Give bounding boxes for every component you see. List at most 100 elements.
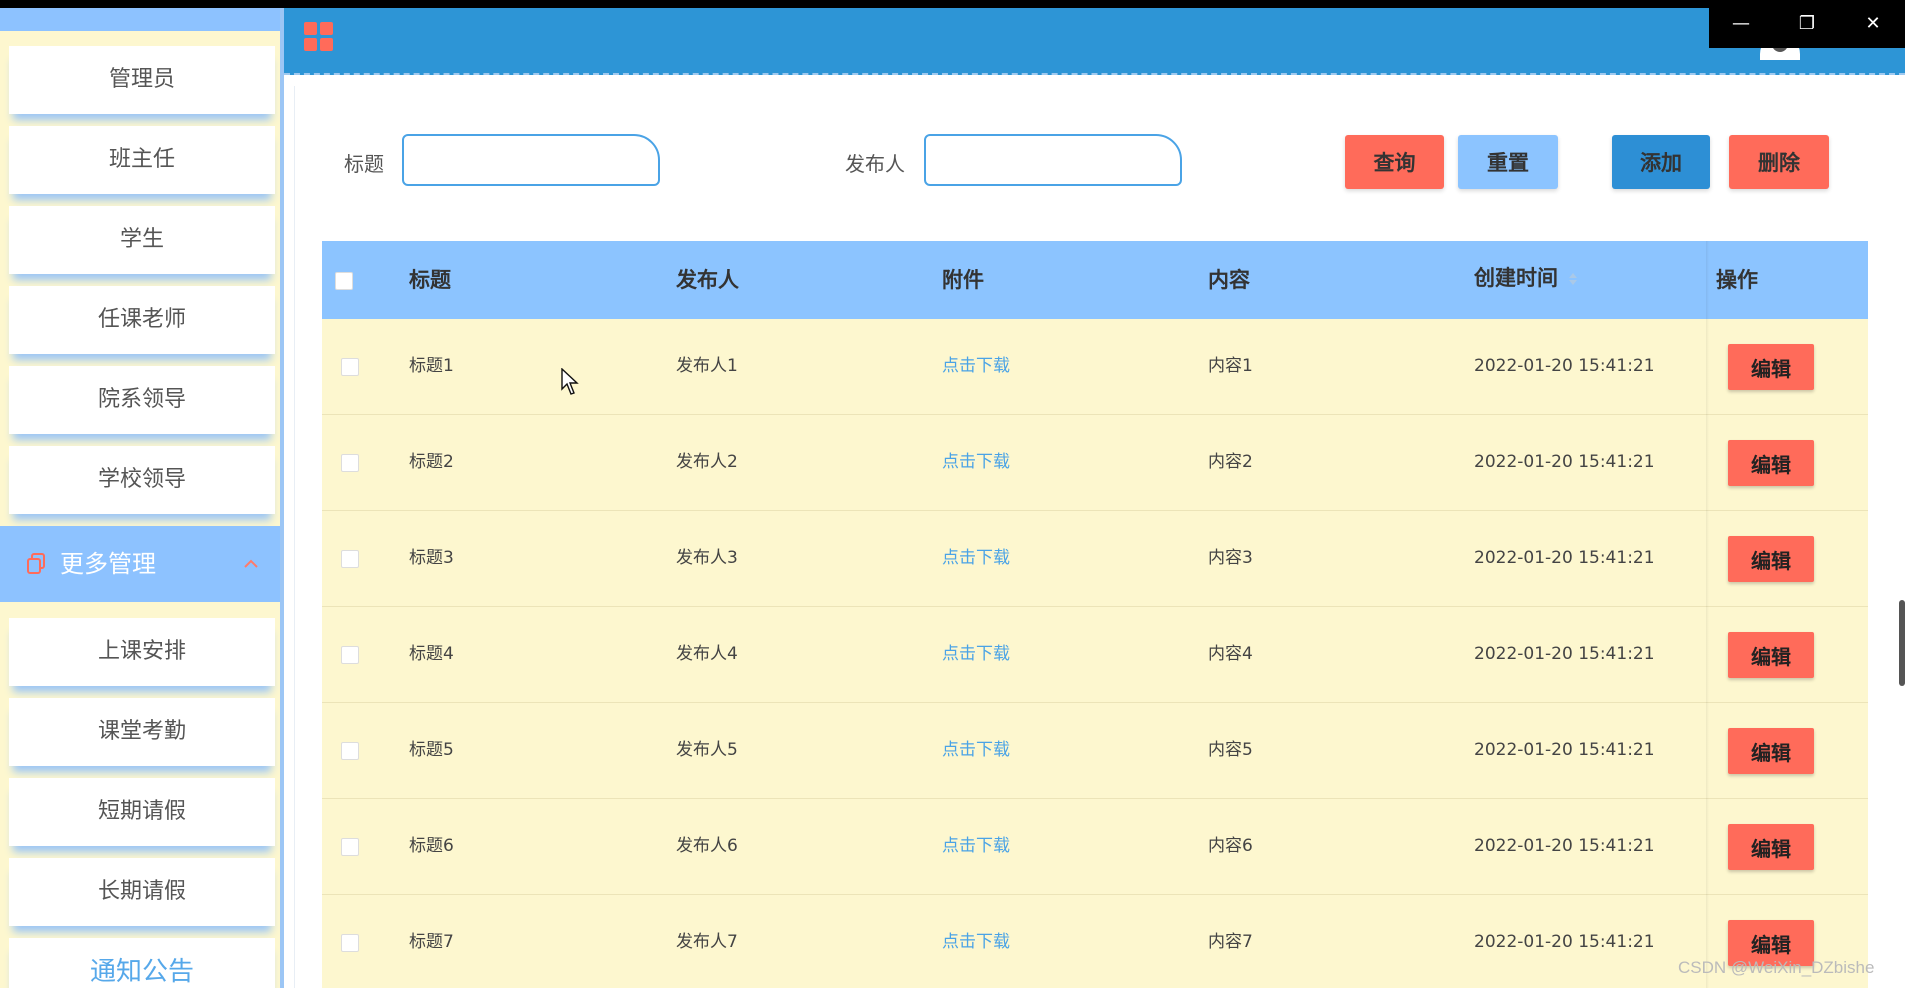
col-created-time-label: 创建时间 bbox=[1474, 266, 1558, 290]
sort-icon[interactable] bbox=[1568, 271, 1578, 287]
sidebar-top-bar bbox=[0, 8, 284, 31]
sidebar: 管理员 班主任 学生 任课老师 院系领导 学校领导 更多管理 上课安排 课堂考勤… bbox=[0, 8, 284, 988]
scrollbar-thumb[interactable] bbox=[1899, 600, 1905, 686]
top-strip bbox=[0, 0, 1905, 8]
col-content: 内容 bbox=[1208, 268, 1250, 292]
cell-publisher: 发布人6 bbox=[676, 836, 738, 856]
notice-table: 标题 发布人 附件 内容 创建时间 操作 标题1 发布人1 点击下载 内容1 2022-… bbox=[322, 241, 1868, 988]
download-link[interactable]: 点击下载 bbox=[942, 511, 1010, 606]
cell-publisher: 发布人7 bbox=[676, 932, 738, 952]
sidebar-item-dept-leader[interactable]: 院系领导 bbox=[9, 366, 275, 434]
cell-title: 标题1 bbox=[409, 356, 454, 376]
sidebar-item-long-leave[interactable]: 长期请假 bbox=[9, 858, 275, 926]
sidebar-item-class-schedule[interactable]: 上课安排 bbox=[9, 618, 275, 686]
minimize-icon[interactable]: — bbox=[1709, 0, 1773, 48]
row-checkbox[interactable] bbox=[341, 646, 359, 664]
download-link[interactable]: 点击下载 bbox=[942, 895, 1010, 988]
delete-button[interactable]: 删除 bbox=[1729, 135, 1829, 189]
cell-created-time: 2022-01-20 15:41:21 bbox=[1474, 836, 1655, 856]
col-actions: 操作 bbox=[1716, 268, 1758, 292]
row-checkbox[interactable] bbox=[341, 838, 359, 856]
cell-content: 内容4 bbox=[1208, 644, 1253, 664]
cell-created-time: 2022-01-20 15:41:21 bbox=[1474, 932, 1655, 952]
cell-publisher: 发布人1 bbox=[676, 356, 738, 376]
table-body: 标题1 发布人1 点击下载 内容1 2022-01-20 15:41:21 编辑 标题2 发布… bbox=[322, 319, 1868, 988]
fixed-column-shadow bbox=[1706, 241, 1709, 988]
sidebar-group-more[interactable]: 更多管理 bbox=[0, 526, 284, 602]
table-row: 标题7 发布人7 点击下载 内容7 2022-01-20 15:41:21 编辑 bbox=[322, 895, 1868, 988]
cell-publisher: 发布人2 bbox=[676, 452, 738, 472]
title-search-input[interactable] bbox=[402, 134, 660, 186]
cell-publisher: 发布人4 bbox=[676, 644, 738, 664]
chevron-up-icon bbox=[244, 559, 258, 568]
table-row: 标题4 发布人4 点击下载 内容4 2022-01-20 15:41:21 编辑 bbox=[322, 607, 1868, 703]
edit-button[interactable]: 编辑 bbox=[1728, 440, 1814, 486]
cell-title: 标题7 bbox=[409, 932, 454, 952]
sidebar-item-admin[interactable]: 管理员 bbox=[9, 46, 275, 114]
cell-created-time: 2022-01-20 15:41:21 bbox=[1474, 548, 1655, 568]
restore-icon[interactable]: ❐ bbox=[1775, 0, 1839, 48]
col-title: 标题 bbox=[409, 268, 451, 292]
row-checkbox[interactable] bbox=[341, 550, 359, 568]
download-link[interactable]: 点击下载 bbox=[942, 319, 1010, 414]
publisher-search-label: 发布人 bbox=[845, 152, 905, 176]
sidebar-item-teacher[interactable]: 任课老师 bbox=[9, 286, 275, 354]
sidebar-item-head-teacher[interactable]: 班主任 bbox=[9, 126, 275, 194]
sidebar-item-student[interactable]: 学生 bbox=[9, 206, 275, 274]
table-header: 标题 发布人 附件 内容 创建时间 操作 bbox=[322, 241, 1868, 319]
cell-content: 内容1 bbox=[1208, 356, 1253, 376]
table-row: 标题2 发布人2 点击下载 内容2 2022-01-20 15:41:21 编辑 bbox=[322, 415, 1868, 511]
cell-created-time: 2022-01-20 15:41:21 bbox=[1474, 644, 1655, 664]
table-row: 标题1 发布人1 点击下载 内容1 2022-01-20 15:41:21 编辑 bbox=[322, 319, 1868, 415]
cell-content: 内容7 bbox=[1208, 932, 1253, 952]
sidebar-group-label: 更多管理 bbox=[60, 550, 156, 578]
cell-title: 标题2 bbox=[409, 452, 454, 472]
close-icon[interactable]: ✕ bbox=[1841, 0, 1905, 48]
cell-title: 标题3 bbox=[409, 548, 454, 568]
edit-button[interactable]: 编辑 bbox=[1728, 344, 1814, 390]
row-checkbox[interactable] bbox=[341, 934, 359, 952]
copy-icon bbox=[27, 553, 45, 574]
mouse-cursor-icon bbox=[561, 368, 579, 395]
add-button[interactable]: 添加 bbox=[1612, 135, 1710, 189]
cell-created-time: 2022-01-20 15:41:21 bbox=[1474, 740, 1655, 760]
sidebar-item-school-leader[interactable]: 学校领导 bbox=[9, 446, 275, 514]
edit-button[interactable]: 编辑 bbox=[1728, 632, 1814, 678]
edit-button[interactable]: 编辑 bbox=[1728, 824, 1814, 870]
col-publisher: 发布人 bbox=[676, 268, 739, 292]
edit-button[interactable]: 编辑 bbox=[1728, 728, 1814, 774]
cell-publisher: 发布人5 bbox=[676, 740, 738, 760]
cell-title: 标题5 bbox=[409, 740, 454, 760]
row-checkbox[interactable] bbox=[341, 454, 359, 472]
title-search-label: 标题 bbox=[344, 152, 384, 176]
select-all-checkbox[interactable] bbox=[335, 272, 353, 290]
download-link[interactable]: 点击下载 bbox=[942, 703, 1010, 798]
cell-title: 标题4 bbox=[409, 644, 454, 664]
sidebar-item-attendance[interactable]: 课堂考勤 bbox=[9, 698, 275, 766]
cell-content: 内容6 bbox=[1208, 836, 1253, 856]
row-checkbox[interactable] bbox=[341, 358, 359, 376]
cell-content: 内容3 bbox=[1208, 548, 1253, 568]
main-panel: 标题 发布人 查询 重置 添加 删除 标题 发布人 附件 内容 创建时间 操作 … bbox=[294, 86, 1904, 988]
grid-icon[interactable] bbox=[304, 22, 334, 52]
cell-content: 内容5 bbox=[1208, 740, 1253, 760]
sidebar-item-notice[interactable]: 通知公告 bbox=[9, 938, 275, 988]
table-row: 标题3 发布人3 点击下载 内容3 2022-01-20 15:41:21 编辑 bbox=[322, 511, 1868, 607]
table-row: 标题6 发布人6 点击下载 内容6 2022-01-20 15:41:21 编辑 bbox=[322, 799, 1868, 895]
col-created-time[interactable]: 创建时间 bbox=[1474, 241, 1578, 317]
table-row: 标题5 发布人5 点击下载 内容5 2022-01-20 15:41:21 编辑 bbox=[322, 703, 1868, 799]
row-checkbox[interactable] bbox=[341, 742, 359, 760]
download-link[interactable]: 点击下载 bbox=[942, 415, 1010, 510]
download-link[interactable]: 点击下载 bbox=[942, 799, 1010, 894]
reset-button[interactable]: 重置 bbox=[1458, 135, 1558, 189]
top-header bbox=[284, 8, 1905, 75]
query-button[interactable]: 查询 bbox=[1345, 135, 1444, 189]
watermark: CSDN @WeiXin_DZbishe bbox=[1678, 958, 1875, 977]
sidebar-item-short-leave[interactable]: 短期请假 bbox=[9, 778, 275, 846]
publisher-search-input[interactable] bbox=[924, 134, 1182, 186]
download-link[interactable]: 点击下载 bbox=[942, 607, 1010, 702]
cell-publisher: 发布人3 bbox=[676, 548, 738, 568]
col-attachment: 附件 bbox=[942, 268, 984, 292]
window-controls: — ❐ ✕ bbox=[1709, 0, 1905, 48]
edit-button[interactable]: 编辑 bbox=[1728, 536, 1814, 582]
